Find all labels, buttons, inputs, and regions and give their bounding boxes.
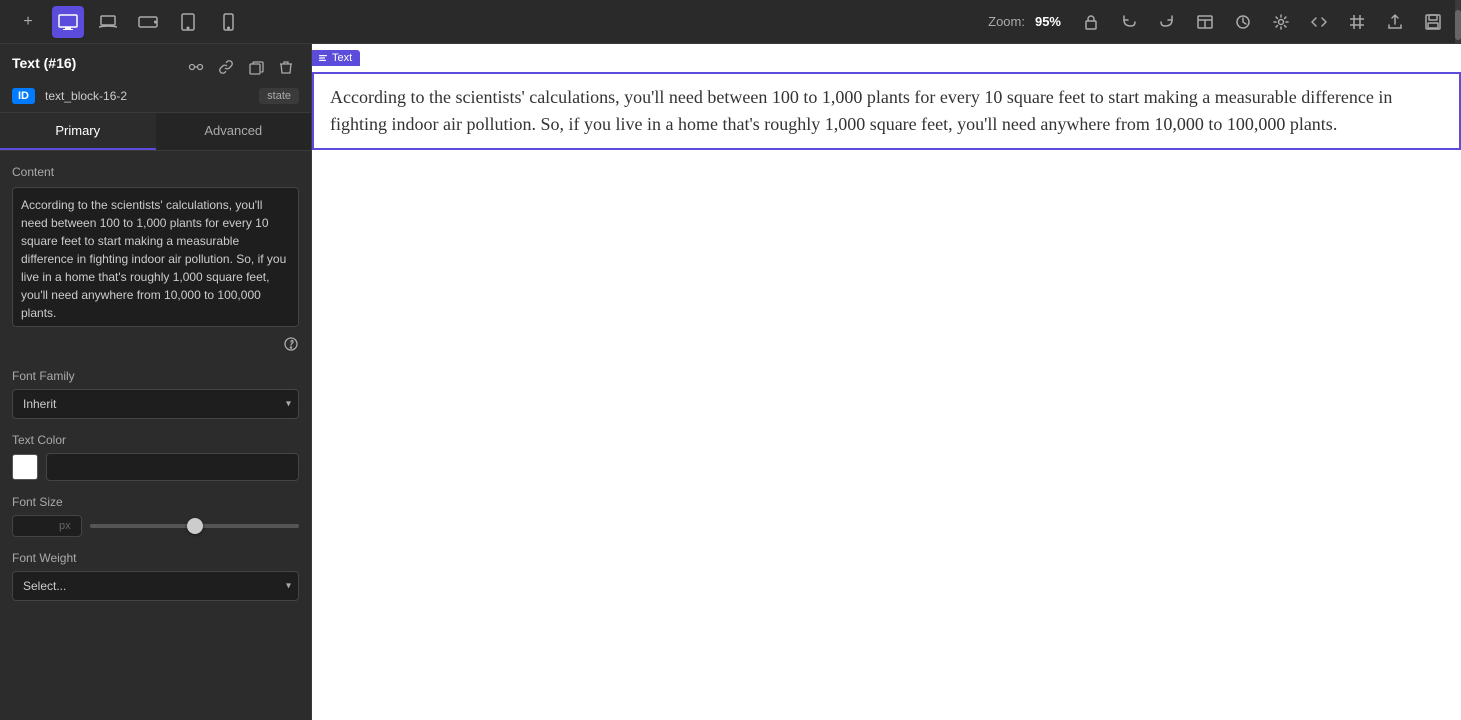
lock-icon[interactable]	[1075, 6, 1107, 38]
font-size-section: Font Size px	[12, 495, 299, 537]
duplicate-icon[interactable]	[243, 54, 269, 80]
tab-advanced[interactable]: Advanced	[156, 113, 312, 150]
laptop-icon[interactable]	[92, 6, 124, 38]
font-weight-select[interactable]: Select... Normal Bold 100 200 300 400 50…	[12, 571, 299, 601]
text-color-section: Text Color	[12, 433, 299, 481]
main-layout: Text (#16) ID	[0, 44, 1461, 720]
font-weight-label: Font Weight	[12, 551, 299, 565]
tab-primary[interactable]: Primary	[0, 113, 156, 150]
toolbar-left: +	[12, 6, 244, 38]
canvas-area: Text According to the scientists' calcul…	[312, 44, 1461, 720]
font-family-wrapper: Inherit Arial Georgia Helvetica Times Ne…	[12, 389, 299, 419]
mobile-icon[interactable]	[212, 6, 244, 38]
text-color-input[interactable]	[46, 453, 299, 481]
undo-icon[interactable]	[1113, 6, 1145, 38]
content-action-icon[interactable]	[283, 336, 299, 355]
textarea-footer	[12, 336, 299, 355]
id-row: ID text_block-16-2 state	[12, 88, 299, 104]
grid-icon[interactable]	[1341, 6, 1373, 38]
font-family-select[interactable]: Inherit Arial Georgia Helvetica Times Ne…	[12, 389, 299, 419]
toolbar-right: Zoom: 95%	[988, 6, 1449, 38]
content-section: Content	[12, 165, 299, 355]
panel-tabs: Primary Advanced	[0, 113, 311, 151]
tablet-portrait-icon[interactable]	[172, 6, 204, 38]
font-family-section: Font Family Inherit Arial Georgia Helvet…	[12, 369, 299, 419]
redo-icon[interactable]	[1151, 6, 1183, 38]
layout-icon[interactable]	[1189, 6, 1221, 38]
panel-body: Content Font Family Inherit Arial Georgi…	[0, 151, 311, 720]
font-weight-wrapper: Select... Normal Bold 100 200 300 400 50…	[12, 571, 299, 601]
tablet-landscape-icon[interactable]	[132, 6, 164, 38]
add-icon[interactable]: +	[12, 6, 44, 38]
font-size-row: px	[12, 515, 299, 537]
left-panel: Text (#16) ID	[0, 44, 312, 720]
settings-icon[interactable]	[1265, 6, 1297, 38]
panel-title: Text (#16)	[12, 55, 76, 71]
font-size-input[interactable]	[19, 519, 59, 533]
canvas-text-content: According to the scientists' calculation…	[330, 84, 1443, 138]
top-toolbar: + Zoom: 95%	[0, 0, 1461, 44]
font-size-slider[interactable]	[90, 524, 299, 528]
text-block-label-text: Text	[332, 52, 352, 64]
font-size-unit: px	[59, 520, 71, 532]
text-block-badge: Text	[312, 50, 360, 66]
font-size-label: Font Size	[12, 495, 299, 509]
zoom-value: 95%	[1035, 14, 1061, 29]
slider-thumb[interactable]	[187, 518, 203, 534]
content-label: Content	[12, 165, 299, 179]
text-color-label: Text Color	[12, 433, 299, 447]
id-badge: ID	[12, 88, 35, 104]
state-button[interactable]: state	[259, 88, 299, 104]
content-textarea[interactable]	[12, 187, 299, 327]
code-icon[interactable]	[1303, 6, 1335, 38]
panel-header: Text (#16) ID	[0, 44, 311, 113]
link-icon[interactable]	[213, 54, 239, 80]
id-value: text_block-16-2	[45, 89, 253, 103]
group-icon[interactable]	[183, 54, 209, 80]
font-size-input-wrap: px	[12, 515, 82, 537]
font-family-label: Font Family	[12, 369, 299, 383]
text-color-swatch[interactable]	[12, 454, 38, 480]
text-block-selected[interactable]: According to the scientists' calculation…	[312, 72, 1461, 150]
desktop-icon[interactable]	[52, 6, 84, 38]
delete-icon[interactable]	[273, 54, 299, 80]
history-icon[interactable]	[1227, 6, 1259, 38]
font-weight-section: Font Weight Select... Normal Bold 100 20…	[12, 551, 299, 601]
canvas-inner: Text According to the scientists' calcul…	[312, 44, 1461, 720]
zoom-label: Zoom:	[988, 14, 1025, 29]
export-icon[interactable]	[1379, 6, 1411, 38]
save-icon[interactable]	[1417, 6, 1449, 38]
